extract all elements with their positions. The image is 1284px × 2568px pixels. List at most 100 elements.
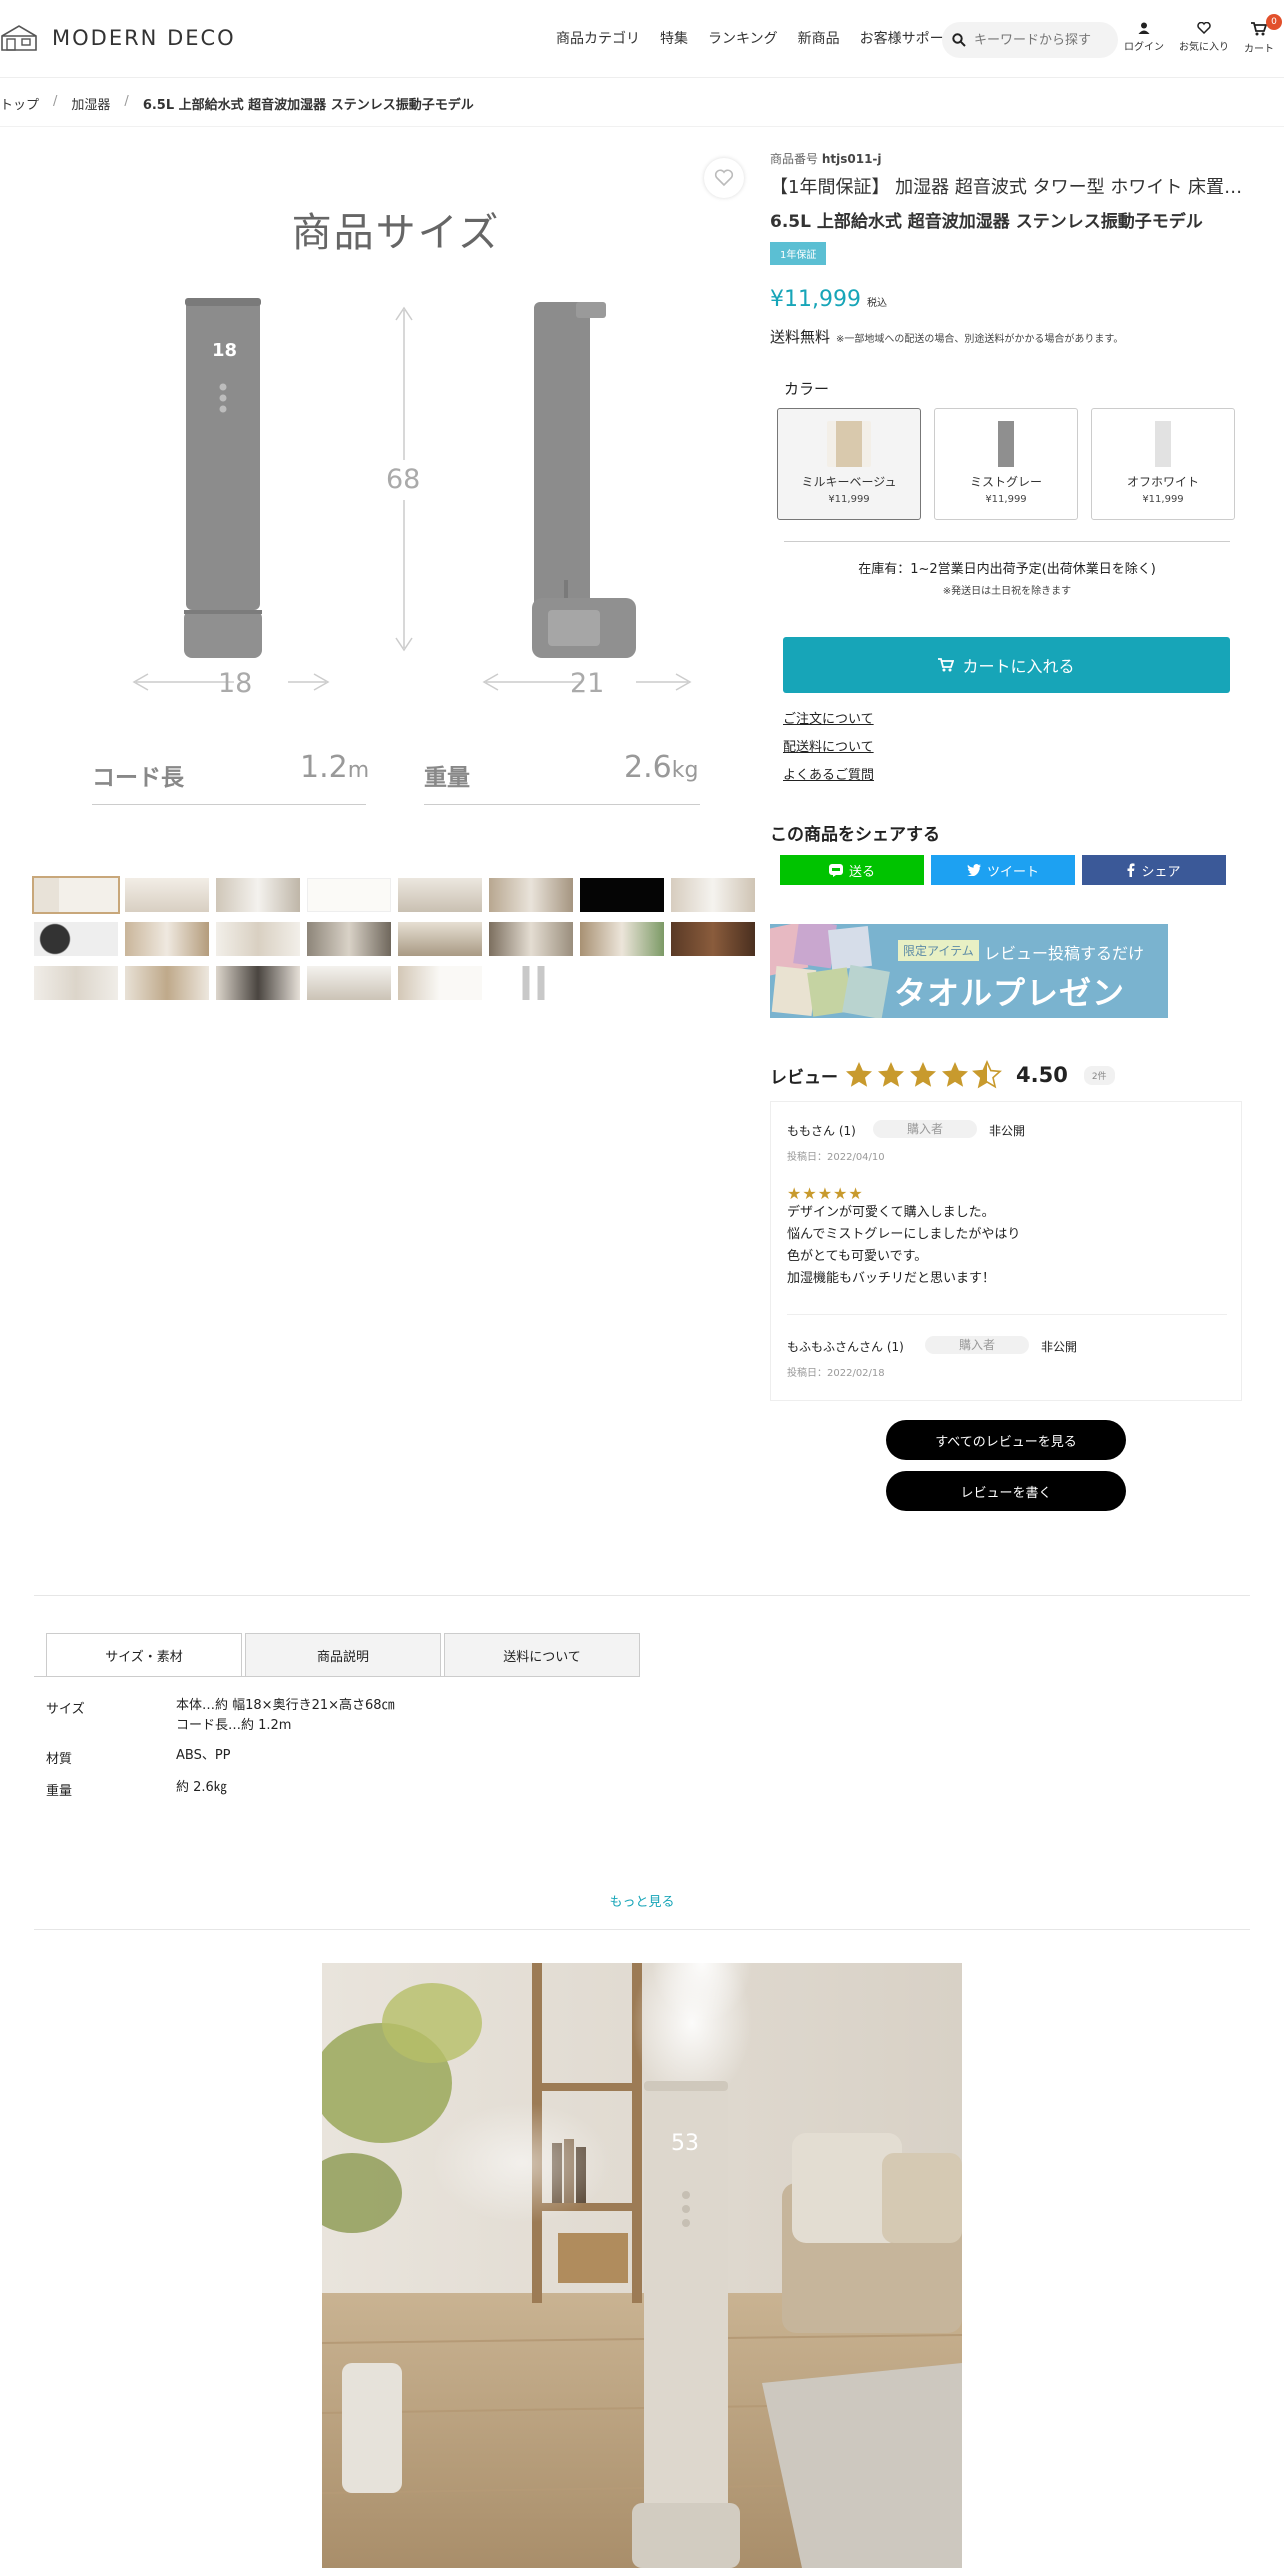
thumbnail[interactable] [580,922,664,956]
star-icon [846,1062,872,1087]
review-date: 投稿日：2022/02/18 [787,1368,885,1379]
spec-value-weight: 約 2.6㎏ [176,1780,227,1795]
share-line-button[interactable]: 送る [780,855,924,885]
color-option-off-white[interactable]: オフホワイト ¥11,999 [1091,408,1235,520]
order-info-link[interactable]: ご注文について [783,708,874,727]
site-header: MODERN DECO 商品カテゴリ 特集 ランキング 新商品 お客様サポート … [0,0,1284,78]
review-count: 2件 [1083,1065,1115,1085]
nav-features[interactable]: 特集 [660,28,688,48]
thumbnail[interactable] [398,878,482,912]
breadcrumb-separator: / [53,94,58,109]
warranty-badge: 1年保証 [770,242,827,265]
divider [92,804,366,805]
thumbnail[interactable] [489,966,573,1000]
search-input[interactable] [974,32,1104,48]
height-value: 68 [386,464,421,495]
share-line-label: 送る [848,864,875,880]
spec-label-material: 材質 [46,1752,73,1767]
cart-link[interactable]: カート 0 [1230,14,1284,55]
thumbnail[interactable] [671,922,755,956]
divider [34,1676,640,1677]
product-info: 商品番号 htjs011-j 【1年間保証】 加湿器 超音波式 タワー型 ホワイ… [770,150,1244,347]
divider [34,1929,1250,1930]
review-campaign-banner[interactable]: 限定アイテム レビュー投稿するだけ タオルプレゼント! [770,924,1168,1018]
review-list: ももさん (1) 購入者 非公開 投稿日：2022/04/10 ★★★★★ デザ… [770,1101,1242,1401]
thumbnail[interactable] [398,966,482,1000]
add-to-cart-button[interactable]: カートに入れる [783,637,1230,693]
color-name: ミストグレー [969,475,1042,489]
breadcrumb-top[interactable]: トップ [0,94,39,113]
thumbnail[interactable] [34,966,118,1000]
thumbnail[interactable] [307,922,391,956]
color-label: カラー [784,380,830,398]
faq-link[interactable]: よくあるご質問 [783,764,874,783]
add-to-cart-label: カートに入れる [962,657,1075,676]
breadcrumb-humidifier[interactable]: 加湿器 [71,94,110,113]
line-icon [828,863,843,877]
user-icon [1138,22,1150,34]
banner-tag: 限定アイテム [898,940,979,961]
product-code: 商品番号 htjs011-j [770,152,882,166]
thumbnail[interactable] [580,878,664,912]
show-more-link[interactable]: もっと見る [0,1891,1284,1910]
login-link[interactable]: ログイン [1114,22,1174,53]
color-swatch-image [1143,421,1183,467]
thumbnail[interactable] [216,966,300,1000]
thumbnail[interactable] [489,878,573,912]
spec-label-weight: 重量 [46,1784,73,1799]
thumbnail[interactable] [307,966,391,1000]
product-title: 【1年間保証】 加湿器 超音波式 タワー型 ホワイト 床置き 卓上 6.5L [770,177,1244,198]
favorite-button[interactable] [704,158,744,198]
banner-line1: レビュー投稿するだけ [984,944,1145,963]
weight-value: 2.6kg [624,750,699,785]
review-label: レビュー [770,1067,838,1088]
search-box[interactable] [942,22,1118,58]
cart-label: カート [1244,44,1274,55]
device-display-digits: 53 [671,2131,699,2156]
review-visibility: 非公開 [989,1124,1026,1138]
thumbnail[interactable] [398,922,482,956]
thumbnail[interactable] [489,922,573,956]
heart-icon [1197,22,1211,34]
see-all-reviews-button[interactable]: すべてのレビューを見る [886,1420,1126,1460]
color-price: ¥11,999 [828,494,870,505]
breadcrumb-current: 6.5L 上部給水式 超音波加湿器 ステンレス振動子モデル [142,98,474,113]
site-logo[interactable]: MODERN DECO [0,24,236,52]
share-facebook-button[interactable]: シェア [1082,855,1226,885]
divider [424,804,700,805]
nav-ranking[interactable]: ランキング [708,28,778,48]
free-shipping: 送料無料 [770,328,831,346]
tab-shipping[interactable]: 送料について [444,1633,640,1677]
thumbnail[interactable] [125,878,209,912]
thumbnail[interactable] [34,922,118,956]
shipping-info-link[interactable]: 配送料について [783,736,874,755]
nav-new-items[interactable]: 新商品 [798,28,840,48]
thumbnail[interactable] [125,966,209,1000]
buyer-badge: 購入者 [925,1336,1029,1354]
review-summary: レビュー 4.50 2件 [770,1060,1115,1090]
thumbnail[interactable] [307,878,391,912]
color-swatch-image [827,421,871,467]
search-icon[interactable] [952,33,966,47]
color-option-milky-beige[interactable]: ミルキーベージュ ¥11,999 [777,408,921,520]
thumbnail[interactable] [671,878,755,912]
thumbnail[interactable] [216,922,300,956]
write-review-button[interactable]: レビューを書く [886,1471,1126,1511]
share-twitter-button[interactable]: ツイート [931,855,1075,885]
thumbnail[interactable] [32,876,120,914]
divider [34,1595,1250,1596]
thumbnail[interactable] [125,922,209,956]
tab-description[interactable]: 商品説明 [245,1633,441,1677]
main-product-image[interactable]: 商品サイズ 18 68 18 21 コード長 1.2m 重量 2.6kg [36,140,756,860]
color-option-mist-gray[interactable]: ミストグレー ¥11,999 [934,408,1078,520]
logo-house-icon [1,25,37,51]
favorites-link[interactable]: お気に入り [1174,22,1234,53]
login-label: ログイン [1124,42,1164,53]
color-price: ¥11,999 [1142,494,1184,505]
nav-categories[interactable]: 商品カテゴリ [556,28,640,48]
heart-outline-icon [714,169,734,187]
front-width-value: 18 [218,668,253,699]
thumbnail[interactable] [216,878,300,912]
shipping-row: 送料無料 ※一部地域への配送の場合、別途送料がかかる場合があります。 [770,326,1244,347]
tab-size-material[interactable]: サイズ・素材 [46,1633,242,1677]
